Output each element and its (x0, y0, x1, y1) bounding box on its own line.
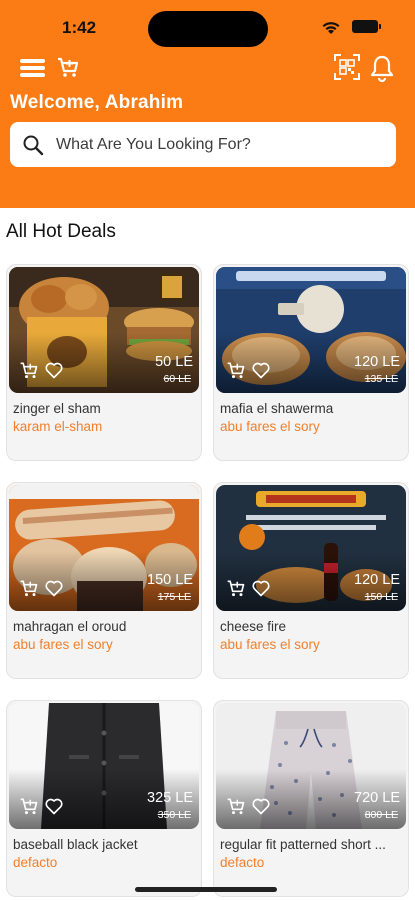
deal-old-price: 135 LE (364, 373, 398, 385)
heart-icon[interactable] (44, 578, 64, 598)
cart-icon[interactable] (56, 55, 80, 79)
app-screen: 1:42 Welcome, Abrahim What Are You Looki… (0, 0, 415, 900)
dynamic-island (148, 11, 268, 47)
search-icon (23, 135, 44, 155)
deal-price: 120 LE (354, 354, 400, 370)
add-to-cart-icon[interactable] (19, 578, 39, 598)
heart-icon[interactable] (44, 360, 64, 380)
bell-icon[interactable] (369, 54, 395, 82)
deal-price: 325 LE (147, 790, 193, 806)
heart-icon[interactable] (251, 360, 271, 380)
deal-name: baseball black jacket (13, 837, 138, 852)
deal-vendor[interactable]: defacto (13, 855, 57, 870)
heart-icon[interactable] (44, 796, 64, 816)
add-to-cart-icon[interactable] (226, 796, 246, 816)
deal-old-price: 150 LE (364, 591, 398, 603)
battery-icon (352, 20, 381, 33)
deal-vendor[interactable]: abu fares el sory (13, 637, 113, 652)
search-bar[interactable] (10, 122, 396, 167)
add-to-cart-icon[interactable] (19, 796, 39, 816)
heart-icon[interactable] (251, 796, 271, 816)
deal-vendor[interactable]: karam el-sham (13, 419, 102, 434)
deal-card[interactable]: 120 LE 135 LE mafia el shawerma abu fare… (213, 264, 409, 461)
section-title: All Hot Deals (6, 221, 116, 242)
home-indicator[interactable] (135, 887, 277, 892)
deal-card[interactable]: 150 LE 175 LE mahragan el oroud abu fare… (6, 482, 202, 679)
add-to-cart-icon[interactable] (19, 360, 39, 380)
deal-name: cheese fire (220, 619, 287, 634)
deal-name: regular fit patterned short ... (220, 837, 386, 852)
deal-card[interactable]: 120 LE 150 LE cheese fire abu fares el s… (213, 482, 409, 679)
deal-old-price: 60 LE (163, 373, 191, 385)
deal-price: 150 LE (147, 572, 193, 588)
heart-icon[interactable] (251, 578, 271, 598)
add-to-cart-icon[interactable] (226, 360, 246, 380)
wifi-icon (322, 22, 340, 34)
deal-old-price: 800 LE (364, 809, 398, 821)
qr-scan-icon[interactable] (333, 53, 361, 81)
deal-price: 120 LE (354, 572, 400, 588)
header: 1:42 Welcome, Abrahim What Are You Looki… (0, 0, 415, 208)
status-bar: 1:42 (0, 0, 415, 50)
deal-price: 720 LE (354, 790, 400, 806)
deal-old-price: 350 LE (157, 809, 191, 821)
status-time: 1:42 (62, 18, 97, 37)
deal-name: mahragan el oroud (13, 619, 127, 634)
menu-icon[interactable] (19, 56, 47, 80)
deal-name: zinger el sham (13, 401, 101, 416)
deal-card[interactable]: 720 LE 800 LE regular fit patterned shor… (213, 700, 409, 897)
deal-card[interactable]: 50 LE 60 LE zinger el sham karam el-sham (6, 264, 202, 461)
deal-vendor[interactable]: defacto (220, 855, 264, 870)
deal-name: mafia el shawerma (220, 401, 334, 416)
deal-price: 50 LE (155, 354, 193, 370)
welcome-text: Welcome, Abrahim (10, 92, 184, 113)
deal-vendor[interactable]: abu fares el sory (220, 637, 320, 652)
search-input[interactable] (56, 135, 376, 154)
deal-old-price: 175 LE (157, 591, 191, 603)
add-to-cart-icon[interactable] (226, 578, 246, 598)
deal-card[interactable]: 325 LE 350 LE baseball black jacket defa… (6, 700, 202, 897)
deal-vendor[interactable]: abu fares el sory (220, 419, 320, 434)
